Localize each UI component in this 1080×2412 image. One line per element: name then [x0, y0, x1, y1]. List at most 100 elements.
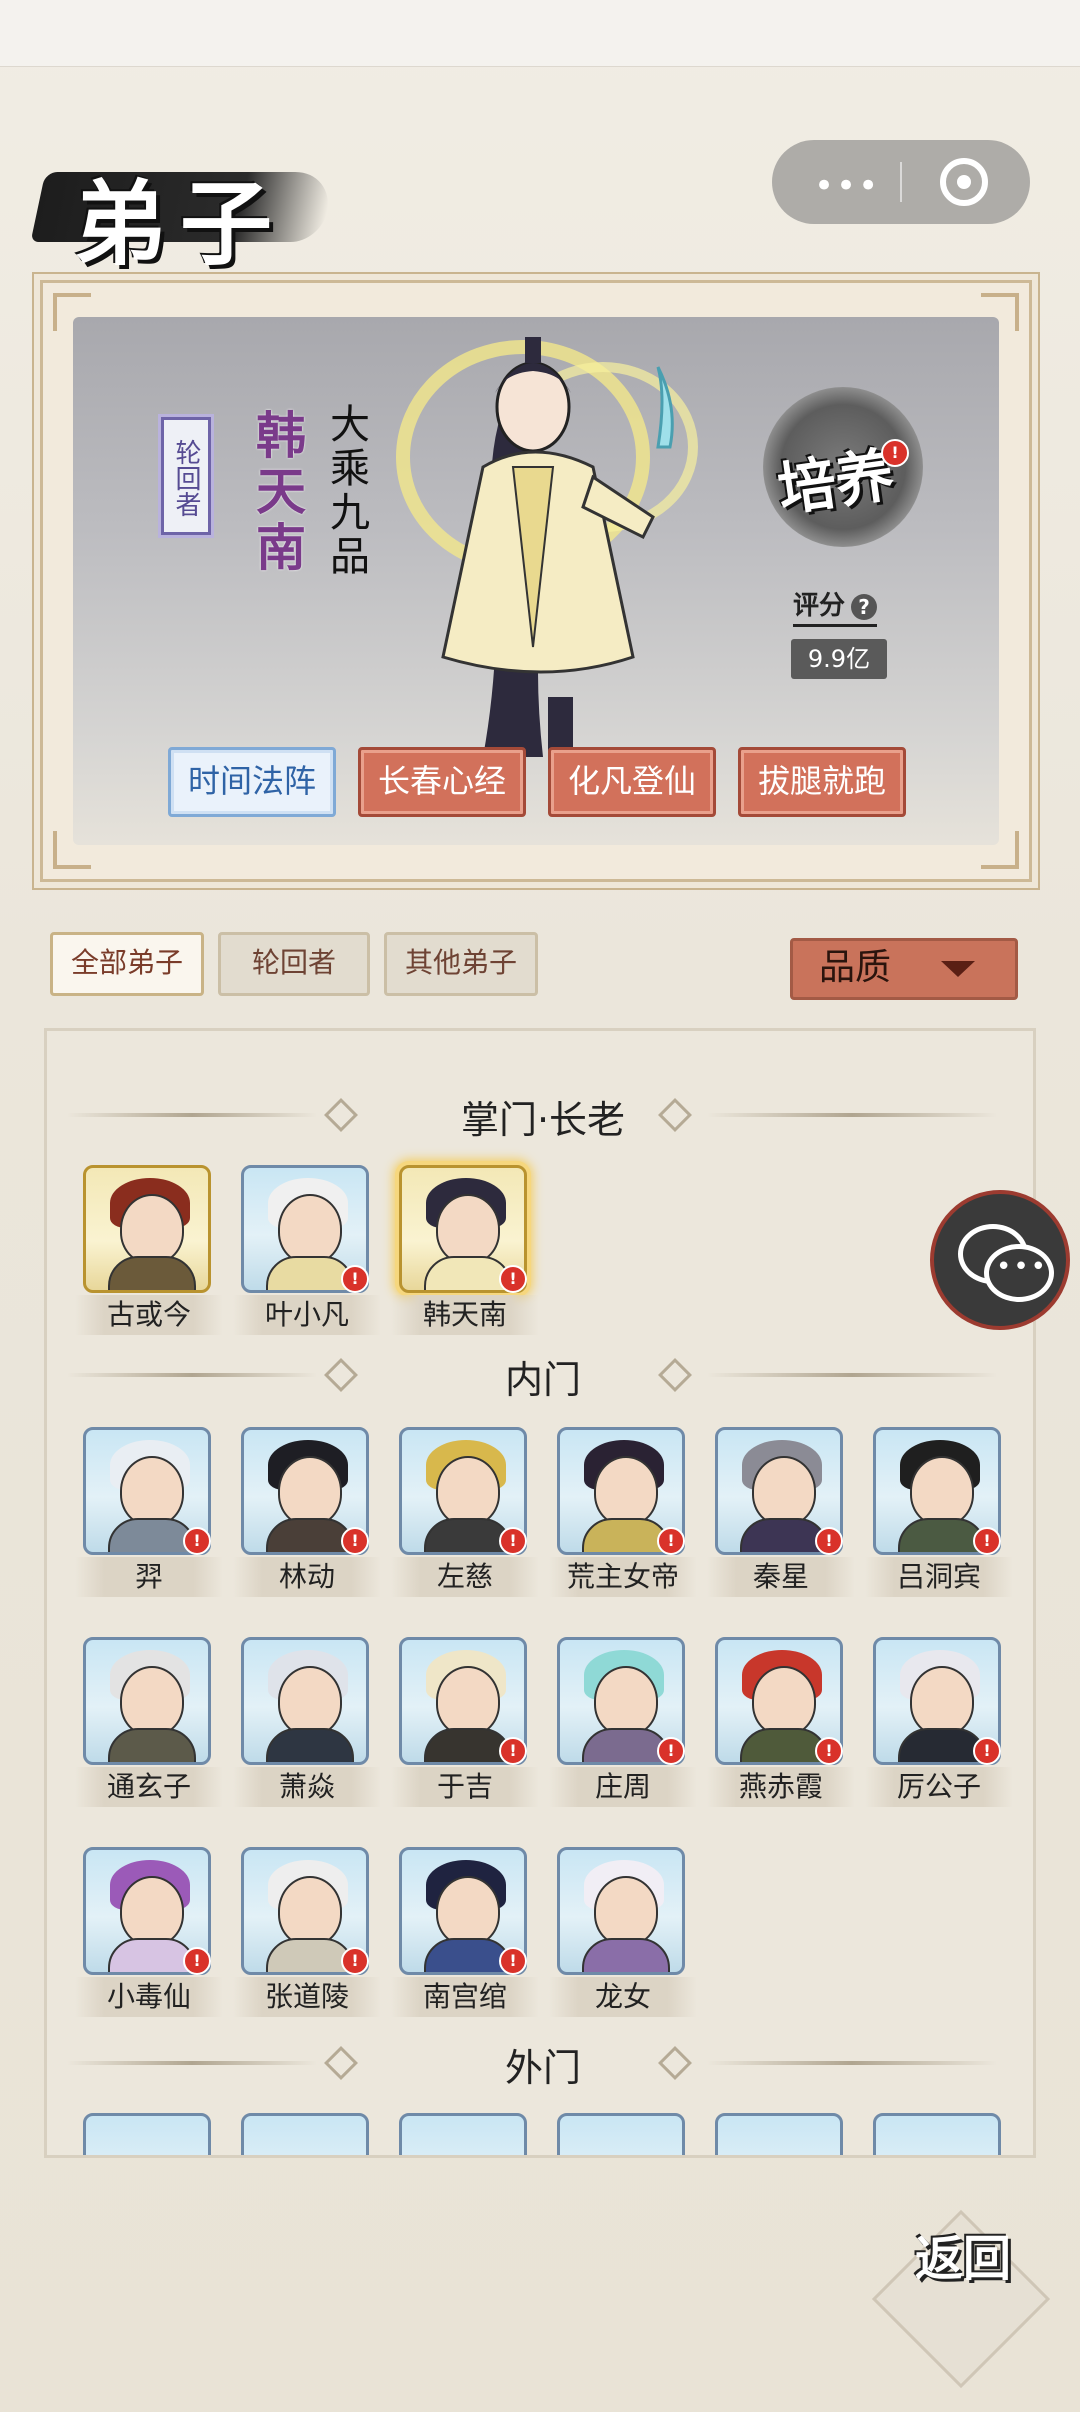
disciple-name: 萧焱	[233, 1767, 381, 1807]
face	[752, 1456, 816, 1526]
avatar	[83, 1637, 211, 1765]
quality-sort-dropdown[interactable]: 品质	[790, 938, 1018, 1000]
skill-button-4[interactable]: 拔腿就跑	[738, 747, 906, 817]
disciple-card[interactable]: ! 燕赤霞	[707, 1637, 855, 1807]
skill-button-3[interactable]: 化凡登仙	[548, 747, 716, 817]
disciple-card[interactable]	[399, 2113, 529, 2155]
mini-program-capsule: •••	[772, 140, 1030, 224]
disciple-card[interactable]: 萧焱	[233, 1637, 381, 1807]
disciple-name: 秦星	[707, 1557, 855, 1597]
divider	[707, 1113, 997, 1117]
outfit	[266, 1728, 354, 1762]
disciple-card[interactable]	[241, 2113, 371, 2155]
disciple-name: 古或今	[75, 1295, 223, 1335]
outfit	[582, 1938, 670, 1972]
face	[278, 1876, 342, 1946]
disciple-card[interactable]	[715, 2113, 845, 2155]
alert-badge-icon: !	[815, 1737, 843, 1765]
avatar	[83, 2113, 211, 2155]
disciple-card-selected[interactable]: ! 韩天南	[391, 1165, 539, 1335]
disciple-card[interactable]: ! 叶小凡	[233, 1165, 381, 1335]
face	[594, 1876, 658, 1946]
hero-character-art	[396, 337, 698, 767]
filter-tab-others[interactable]: 其他弟子	[384, 932, 538, 996]
score-value: 9.9亿	[791, 639, 887, 679]
filter-tab-all[interactable]: 全部弟子	[50, 932, 204, 996]
chevron-down-icon	[941, 961, 975, 977]
alert-badge-icon: !	[657, 1527, 685, 1555]
disciple-card[interactable]: ! 厉公子	[865, 1637, 1013, 1807]
disciple-card[interactable]: ! 荒主女帝	[549, 1427, 697, 1597]
alert-badge-icon: !	[499, 1737, 527, 1765]
disciple-card[interactable]: ! 南宫绾	[391, 1847, 539, 2017]
disciple-card[interactable]: ! 小毒仙	[75, 1847, 223, 2017]
score-label: 评分?	[793, 585, 878, 627]
status-bar	[0, 0, 1080, 67]
back-button-label[interactable]: 返回	[908, 2232, 1018, 2286]
filter-tab-reincarnator[interactable]: 轮回者	[218, 932, 370, 996]
face	[594, 1666, 658, 1736]
cultivate-button[interactable]: 培养 !	[763, 387, 923, 547]
face	[910, 1456, 974, 1526]
score-label-text: 评分	[793, 591, 846, 621]
disciple-name: 韩天南	[391, 1295, 539, 1335]
disciple-name: 于吉	[391, 1767, 539, 1807]
disciple-card[interactable]: ! 羿	[75, 1427, 223, 1597]
reincarnator-tag: 轮回者	[161, 417, 211, 535]
chat-bubble-button[interactable]: •••	[930, 1190, 1070, 1330]
disciple-name: 燕赤霞	[707, 1767, 855, 1807]
face	[436, 1194, 500, 1264]
page-title-text: 弟子	[74, 170, 287, 278]
alert-badge-icon: !	[183, 1947, 211, 1975]
capsule-divider	[900, 162, 902, 202]
page-title: 弟子	[30, 150, 336, 278]
disciple-card[interactable]: 龙女	[549, 1847, 697, 2017]
divider	[707, 1373, 997, 1377]
close-target-icon[interactable]	[940, 158, 988, 206]
hero-rank: 大乘九品	[323, 403, 369, 579]
alert-badge-icon: !	[657, 1737, 685, 1765]
face	[120, 1666, 184, 1736]
face	[278, 1456, 342, 1526]
hero-name: 韩天南	[248, 409, 307, 577]
face	[594, 1456, 658, 1526]
more-icon[interactable]: •••	[814, 166, 880, 206]
skill-button-1[interactable]: 时间法阵	[168, 747, 336, 817]
disciple-card[interactable]: 古或今	[75, 1165, 223, 1335]
alert-badge-icon: !	[341, 1947, 369, 1975]
disciple-card[interactable]: ! 林动	[233, 1427, 381, 1597]
disciple-card[interactable]: 通玄子	[75, 1637, 223, 1807]
disciple-name: 小毒仙	[75, 1977, 223, 2017]
outfit	[108, 1256, 196, 1290]
avatar	[715, 2113, 843, 2155]
disciple-card[interactable]	[557, 2113, 687, 2155]
face	[120, 1456, 184, 1526]
avatar	[241, 1637, 369, 1765]
help-icon[interactable]: ?	[851, 593, 878, 620]
face	[910, 1666, 974, 1736]
disciple-card[interactable]: ! 左慈	[391, 1427, 539, 1597]
divider	[707, 2061, 997, 2065]
disciple-card[interactable]	[873, 2113, 1003, 2155]
alert-badge-icon: !	[341, 1265, 369, 1293]
hero-portrait-area: 轮回者 韩天南 大乘九品 培养 ! 评分? 9.9亿 时间法阵 长春心经 化凡登…	[73, 317, 999, 845]
disciple-card[interactable]	[83, 2113, 213, 2155]
section-header: 掌门·长老	[47, 1089, 1033, 1142]
avatar	[399, 2113, 527, 2155]
disciple-card[interactable]: ! 吕洞宾	[865, 1427, 1013, 1597]
alert-badge-icon: !	[499, 1527, 527, 1555]
face	[752, 1666, 816, 1736]
disciple-card[interactable]: ! 张道陵	[233, 1847, 381, 2017]
disciple-card[interactable]: ! 秦星	[707, 1427, 855, 1597]
alert-badge-icon: !	[815, 1527, 843, 1555]
disciple-roster-panel[interactable]: 掌门·长老 古或今 ! 叶小凡 ! 韩天南 内门 ! 羿 ! 林动 ! 左慈 !…	[44, 1028, 1036, 2158]
disciple-card[interactable]: ! 于吉	[391, 1637, 539, 1807]
disciple-name: 荒主女帝	[549, 1557, 697, 1597]
disciple-name: 叶小凡	[233, 1295, 381, 1335]
alert-badge-icon: !	[973, 1527, 1001, 1555]
skill-button-2[interactable]: 长春心经	[358, 747, 526, 817]
skill-row: 时间法阵 长春心经 化凡登仙 拔腿就跑	[168, 747, 908, 819]
disciple-name: 左慈	[391, 1557, 539, 1597]
quality-sort-label: 品质	[819, 947, 892, 988]
disciple-card[interactable]: ! 庄周	[549, 1637, 697, 1807]
